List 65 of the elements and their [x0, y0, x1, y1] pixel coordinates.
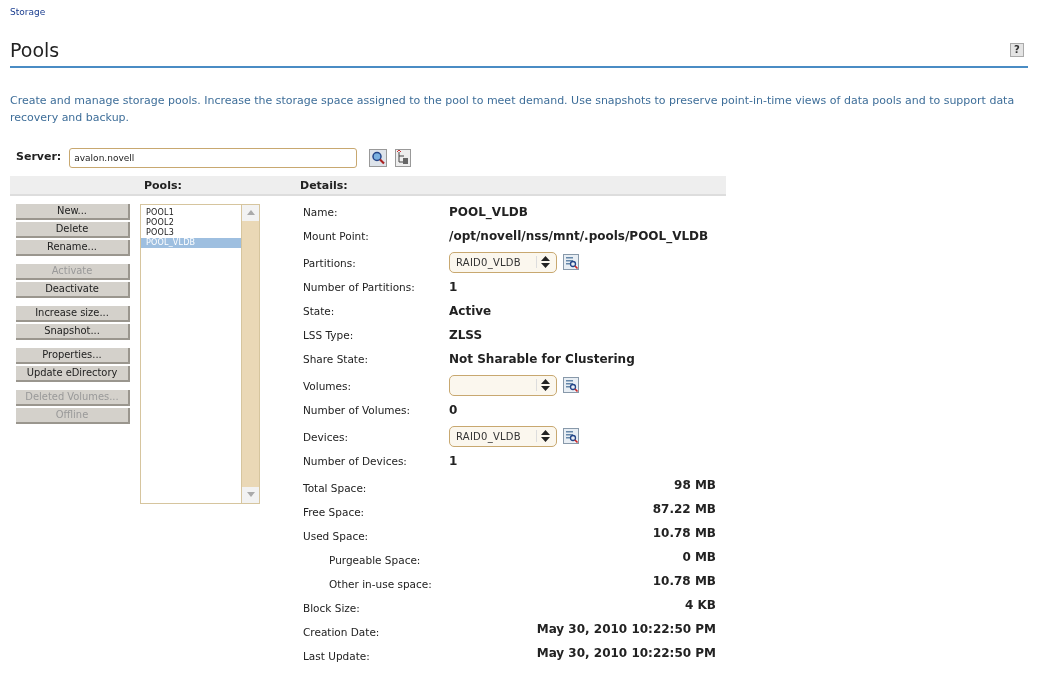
detail-label: Volumes:	[303, 379, 352, 392]
detail-value: /opt/novell/nss/mnt/.pools/POOL_VLDB	[449, 227, 709, 246]
breadcrumb-link[interactable]: Storage	[10, 6, 46, 20]
detail-label: Number of Partitions:	[303, 280, 415, 293]
detail-value: 98 MB	[674, 476, 716, 494]
pool-list-item[interactable]: POOL1	[141, 207, 241, 218]
detail-label: Name:	[303, 205, 338, 218]
list-search-icon[interactable]	[563, 428, 579, 444]
action-button[interactable]: Delete	[16, 221, 130, 238]
detail-value: 0 MB	[682, 548, 716, 566]
action-button[interactable]: Update eDirectory	[16, 365, 130, 382]
detail-value: 0	[449, 401, 458, 419]
detail-value: POOL_VLDB	[449, 203, 528, 222]
list-search-icon[interactable]	[563, 377, 579, 393]
action-button[interactable]: Increase size...	[16, 305, 130, 322]
detail-label: Other in-use space:	[328, 576, 432, 592]
detail-value: 10.78 MB	[652, 524, 716, 542]
search-icon[interactable]	[369, 148, 388, 167]
description-text: Create and manage storage pools. Increase the storage space assigned to the pool to meet demand. Use snapshots to preserve point-in-time views of data pools and to support data recovery and backup.	[10, 92, 1016, 126]
detail-label: LSS Type:	[303, 328, 354, 341]
detail-value: May 30, 2010 10:22:50 PM	[536, 644, 716, 662]
detail-label: Last Update:	[303, 648, 370, 664]
detail-label: Devices:	[303, 430, 348, 443]
detail-value: 87.22 MB	[652, 500, 716, 518]
dropdown-select[interactable]	[449, 374, 557, 396]
list-search-icon[interactable]	[563, 254, 579, 270]
detail-label: Share State:	[303, 352, 368, 365]
pools-header: Pools:	[10, 175, 290, 196]
detail-value: 4 KB	[685, 596, 716, 614]
action-button[interactable]: Deactivate	[16, 281, 130, 298]
detail-label: Mount Point:	[303, 229, 369, 242]
help-button[interactable]: ?	[1010, 42, 1024, 57]
detail-label: Number of Volumes:	[303, 403, 411, 416]
detail-value: Not Sharable for Clustering	[449, 350, 635, 368]
pool-list-item[interactable]: POOL3	[141, 227, 241, 238]
up-down-arrows-icon	[541, 379, 550, 391]
action-button[interactable]: Properties...	[16, 347, 130, 364]
up-down-arrows-icon	[541, 256, 550, 268]
detail-value: 1	[449, 452, 458, 470]
detail-label: Total Space:	[303, 480, 367, 496]
detail-label: Free Space:	[303, 504, 365, 520]
detail-value: May 30, 2010 10:22:50 PM	[536, 620, 716, 638]
detail-value: Active	[449, 302, 492, 320]
pool-list-item[interactable]: POOL2	[141, 217, 241, 228]
dropdown-select[interactable]: RAID0_VLDB	[449, 251, 557, 273]
server-label: Server:	[16, 149, 62, 166]
server-field[interactable]: avalon.novell	[69, 147, 358, 168]
detail-label: Creation Date:	[303, 624, 380, 640]
server-tree-icon[interactable]	[395, 148, 412, 167]
detail-label: Block Size:	[303, 600, 360, 616]
detail-label: Partitions:	[303, 256, 356, 269]
up-down-arrows-icon	[541, 430, 550, 442]
detail-label: Purgeable Space:	[328, 552, 421, 568]
detail-label: State:	[303, 304, 335, 317]
dropdown-select[interactable]: RAID0_VLDB	[449, 425, 557, 447]
detail-value: 1	[449, 278, 458, 296]
action-button[interactable]: Rename...	[16, 239, 130, 256]
detail-value: ZLSS	[449, 326, 483, 344]
details-header: Details:	[290, 175, 726, 196]
detail-value: 10.78 MB	[652, 572, 716, 590]
page-title: Pools	[10, 37, 60, 62]
detail-label: Number of Devices:	[303, 454, 407, 467]
action-button[interactable]: Snapshot...	[16, 323, 130, 340]
detail-label: Used Space:	[303, 528, 369, 544]
action-button[interactable]: New...	[16, 203, 130, 220]
